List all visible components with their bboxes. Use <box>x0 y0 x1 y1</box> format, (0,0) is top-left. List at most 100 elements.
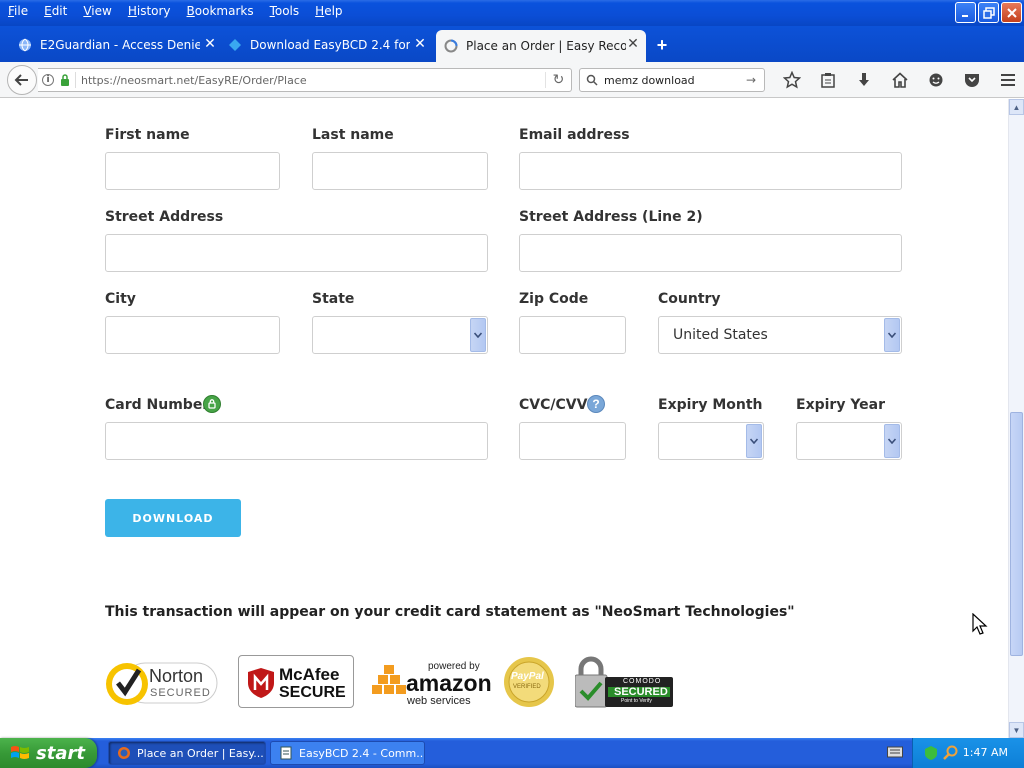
menu-history[interactable]: History <box>120 0 179 22</box>
search-input[interactable]: memz download <box>604 74 746 87</box>
network-shield-icon[interactable] <box>923 745 939 761</box>
lock-icon[interactable] <box>60 74 70 86</box>
tab-place-order[interactable]: Place an Order | Easy Recove... ✕ <box>436 30 646 62</box>
magnifier-icon[interactable] <box>943 745 959 761</box>
back-arrow-icon <box>14 74 28 86</box>
hello-button[interactable] <box>918 70 954 90</box>
scroll-up-button[interactable]: ▲ <box>1009 99 1024 115</box>
hamburger-icon <box>1001 74 1015 86</box>
expiry-year-select[interactable] <box>796 422 902 460</box>
street-address-field[interactable] <box>105 234 488 272</box>
zip-code-field[interactable] <box>519 316 626 354</box>
paypal-verified-seal[interactable]: PayPal VERIFIED <box>502 656 556 708</box>
tab-label: Place an Order | Easy Recove... <box>466 39 626 53</box>
street-address-2-label: Street Address (Line 2) <box>519 209 703 225</box>
scroll-thumb[interactable] <box>1010 412 1023 656</box>
country-select[interactable]: United States <box>658 316 902 354</box>
clipboard-icon <box>821 73 835 88</box>
taskbar-item-easybcd[interactable]: EasyBCD 2.4 - Comm... <box>270 741 425 765</box>
norton-seal[interactable]: Norton SECURED <box>105 657 219 707</box>
tab-e2guardian[interactable]: E2Guardian - Access Denied ✕ <box>18 30 223 60</box>
aws-seal[interactable]: powered by amazon web services <box>372 661 492 709</box>
vertical-scrollbar[interactable]: ▲ ▼ <box>1008 99 1024 738</box>
email-label: Email address <box>519 127 630 143</box>
window-controls <box>955 2 1022 23</box>
document-icon <box>280 746 292 760</box>
menu-tools[interactable]: Tools <box>262 0 308 22</box>
close-button[interactable] <box>1001 2 1022 23</box>
download-arrow-icon <box>859 73 869 86</box>
state-select[interactable] <box>312 316 488 354</box>
paypal-name: PayPal <box>511 671 544 682</box>
restore-button[interactable] <box>978 2 999 23</box>
menu-bookmarks[interactable]: Bookmarks <box>179 0 262 22</box>
street-address-label: Street Address <box>105 209 224 225</box>
url-bar[interactable]: i https://neosmart.net/EasyRE/Order/Plac… <box>38 68 572 92</box>
tab-close-icon[interactable]: ✕ <box>626 37 640 51</box>
norton-secured: SECURED <box>150 687 211 699</box>
url-separator <box>75 72 76 88</box>
city-label: City <box>105 291 136 307</box>
search-bar[interactable]: memz download → <box>579 68 765 92</box>
email-field[interactable] <box>519 152 902 190</box>
system-tray: 1:47 AM <box>912 738 1024 768</box>
scroll-down-button[interactable]: ▼ <box>1009 722 1024 738</box>
cvc-field[interactable] <box>519 422 626 460</box>
taskbar-item-firefox[interactable]: Place an Order | Easy... <box>108 741 266 765</box>
pocket-icon <box>965 74 979 87</box>
search-go-icon[interactable]: → <box>746 73 764 87</box>
dropdown-arrow-icon <box>884 424 900 458</box>
card-number-field[interactable] <box>105 422 488 460</box>
navigation-bar: i https://neosmart.net/EasyRE/Order/Plac… <box>0 62 1024 98</box>
downloads-button[interactable] <box>846 70 882 90</box>
expiry-month-label: Expiry Month <box>658 397 763 413</box>
keyboard-icon[interactable] <box>887 746 903 758</box>
star-icon <box>783 71 801 89</box>
loading-icon <box>444 39 458 53</box>
globe-icon <box>19 38 31 52</box>
url-path: /EasyRE/Order/Place <box>194 73 307 87</box>
statement-text: This transaction will appear on your cre… <box>105 604 795 620</box>
tab-close-icon[interactable]: ✕ <box>413 37 427 51</box>
home-button[interactable] <box>882 70 918 90</box>
last-name-field[interactable] <box>312 152 488 190</box>
restore-icon <box>982 6 995 19</box>
reload-icon[interactable]: ↻ <box>545 72 571 88</box>
comodo-seal[interactable]: COMODO SECURED Point to Verify <box>574 655 675 709</box>
menu-edit[interactable]: Edit <box>36 0 75 22</box>
bookmark-star-button[interactable] <box>774 70 810 90</box>
card-number-label: Card Number <box>105 397 210 413</box>
city-field[interactable] <box>105 316 280 354</box>
pocket-button[interactable] <box>954 70 990 90</box>
minimize-button[interactable] <box>955 2 976 23</box>
tab-download-easybcd[interactable]: Download EasyBCD 2.4 for W... ✕ <box>228 30 433 60</box>
help-icon[interactable]: ? <box>587 395 605 413</box>
cvc-label: CVC/CVV <box>519 397 588 413</box>
menu-view[interactable]: View <box>75 0 119 22</box>
menu-button[interactable] <box>990 70 1024 90</box>
start-button[interactable]: start <box>0 738 97 768</box>
info-icon[interactable]: i <box>42 74 54 86</box>
reading-list-button[interactable] <box>810 70 846 90</box>
menu-help[interactable]: Help <box>307 0 350 22</box>
url-domain: https://neosmart.net <box>81 73 195 87</box>
comodo-secured: SECURED <box>614 686 668 698</box>
toolbar-icons <box>774 70 1024 90</box>
mcafee-seal[interactable]: McAfee SECURE <box>238 655 354 708</box>
download-button[interactable]: DOWNLOAD <box>105 499 241 537</box>
country-selected-value: United States <box>673 327 768 343</box>
dropdown-arrow-icon <box>884 318 900 352</box>
expiry-month-select[interactable] <box>658 422 764 460</box>
first-name-field[interactable] <box>105 152 280 190</box>
country-label: Country <box>658 291 721 307</box>
street-address-2-field[interactable] <box>519 234 902 272</box>
page-content: First name Last name Email address Stree… <box>0 99 1008 738</box>
start-label: start <box>36 742 85 764</box>
comodo-name: COMODO <box>623 678 662 685</box>
menu-file[interactable]: File <box>0 0 36 22</box>
tab-close-icon[interactable]: ✕ <box>203 37 217 51</box>
new-tab-button[interactable]: + <box>653 36 671 54</box>
back-button[interactable] <box>7 65 37 95</box>
firefox-icon <box>118 747 130 759</box>
url-text[interactable]: https://neosmart.net/EasyRE/Order/Place <box>81 74 545 87</box>
